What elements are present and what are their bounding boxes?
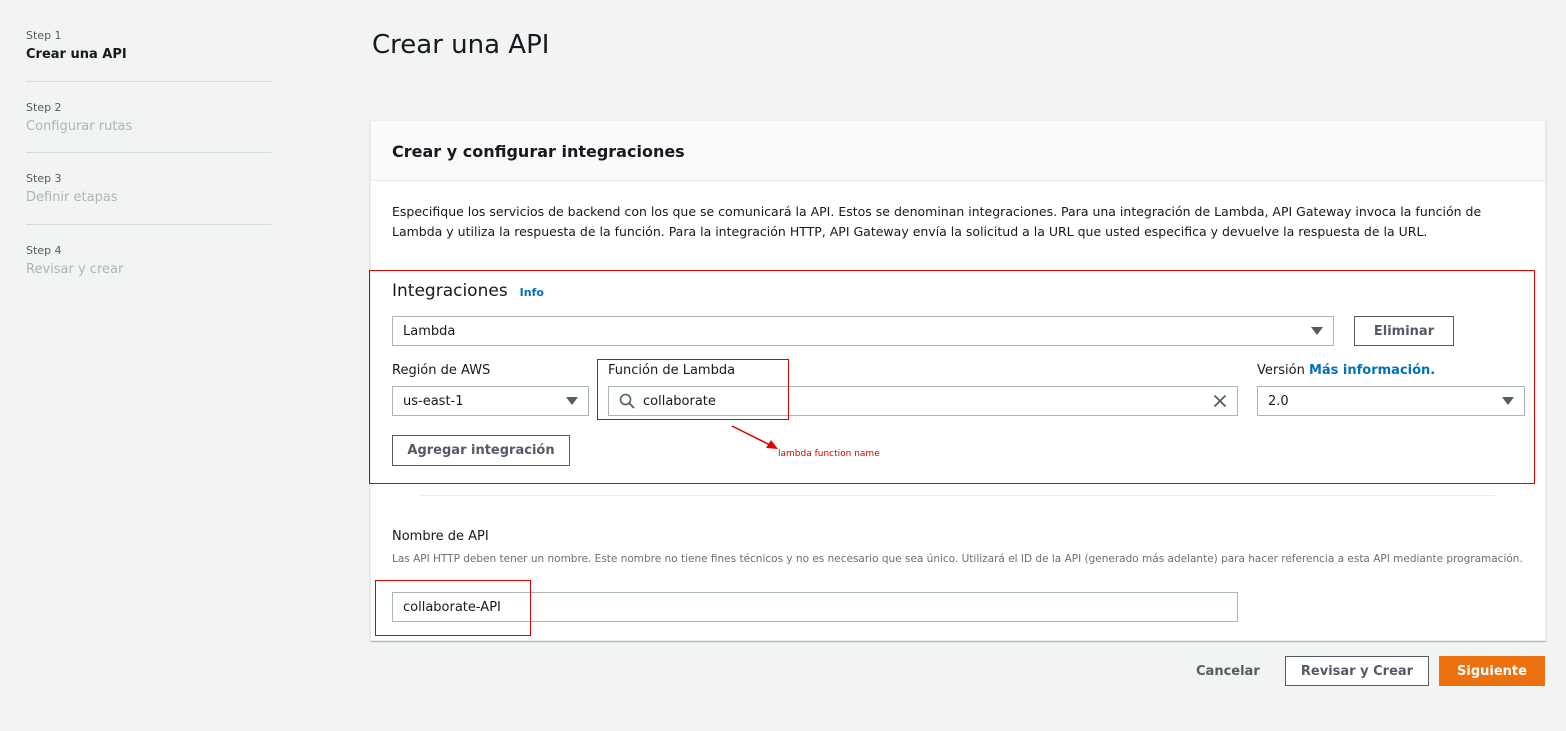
annotation-arrow-icon [731, 425, 778, 449]
step-number: Step 1 [26, 29, 62, 42]
version-label: Versión Más información. [1257, 363, 1435, 378]
integrations-heading: Integraciones [392, 281, 508, 301]
step-label: Configurar rutas [26, 119, 133, 134]
sidebar-step-4[interactable]: Step 4 Revisar y crear [26, 244, 271, 277]
review-create-button[interactable]: Revisar y Crear [1285, 656, 1429, 686]
api-name-hint: Las API HTTP deben tener un nombre. Este… [392, 553, 1523, 565]
lambda-function-label: Función de Lambda [608, 363, 736, 378]
card-description: Especifique los servicios de backend con… [392, 204, 1482, 239]
delete-button[interactable]: Eliminar [1354, 316, 1454, 346]
page-title: Crear una API [372, 30, 550, 60]
region-select[interactable]: us-east-1 [392, 386, 589, 416]
step-label: Crear una API [26, 47, 127, 62]
lambda-function-value: collaborate [643, 393, 716, 409]
version-value: 2.0 [1268, 393, 1289, 409]
integration-type-value: Lambda [403, 323, 456, 339]
sidebar-step-2[interactable]: Step 2 Configurar rutas [26, 101, 271, 134]
search-icon [619, 393, 635, 409]
section-divider [421, 495, 1495, 496]
caret-down-icon [1502, 397, 1514, 405]
step-divider [26, 152, 271, 153]
caret-down-icon [1311, 327, 1323, 335]
version-select[interactable]: 2.0 [1257, 386, 1525, 416]
region-label: Región de AWS [392, 363, 491, 378]
step-label: Revisar y crear [26, 262, 124, 277]
cancel-button[interactable]: Cancelar [1196, 664, 1260, 679]
more-info-link[interactable]: Más información. [1309, 363, 1435, 378]
version-label-text: Versión [1257, 363, 1305, 378]
lambda-function-input[interactable]: collaborate [608, 386, 1238, 416]
sidebar-step-1[interactable]: Step 1 Crear una API [26, 29, 271, 62]
info-link[interactable]: Info [520, 286, 544, 299]
sidebar-step-3[interactable]: Step 3 Definir etapas [26, 172, 271, 205]
api-name-label: Nombre de API [392, 529, 489, 544]
next-button[interactable]: Siguiente [1439, 656, 1545, 686]
step-label: Definir etapas [26, 190, 118, 205]
step-divider [26, 81, 271, 82]
region-value: us-east-1 [403, 393, 464, 409]
caret-down-icon [566, 397, 578, 405]
step-number: Step 4 [26, 244, 62, 257]
api-name-input[interactable]: collaborate-API [392, 592, 1238, 622]
step-divider [26, 224, 271, 225]
card-header: Crear y configurar integraciones [371, 121, 1545, 181]
clear-icon[interactable] [1213, 394, 1227, 408]
step-number: Step 2 [26, 101, 62, 114]
integrations-card: Crear y configurar integraciones Especif… [370, 120, 1546, 641]
add-integration-button[interactable]: Agregar integración [392, 435, 570, 466]
step-number: Step 3 [26, 172, 62, 185]
card-title: Crear y configurar integraciones [392, 142, 685, 161]
integration-type-select[interactable]: Lambda [392, 316, 1334, 346]
integrations-heading-row: Integraciones Info [392, 281, 544, 301]
annotation-text: lambda function name [778, 449, 880, 459]
